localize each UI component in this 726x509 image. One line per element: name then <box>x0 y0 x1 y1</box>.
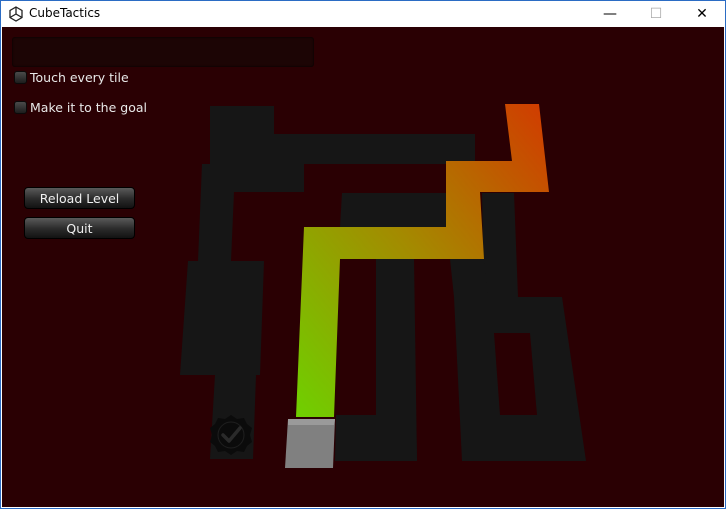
unity-icon <box>9 6 23 22</box>
game-viewport[interactable]: Touch every tile Make it to the goal Rel… <box>2 27 724 507</box>
minimize-button[interactable]: — <box>587 1 633 27</box>
objective-label: Touch every tile <box>30 69 129 85</box>
close-button[interactable]: ✕ <box>679 1 725 27</box>
tile-left-wide <box>180 261 264 375</box>
objective-label: Make it to the goal <box>30 99 147 115</box>
reload-level-button[interactable]: Reload Level <box>24 187 135 209</box>
tile-gap <box>494 333 537 415</box>
hud-panel <box>12 37 314 67</box>
tile-mid-bottom <box>335 415 417 461</box>
objective-checkbox[interactable] <box>14 70 27 84</box>
tile-left-col <box>198 164 304 261</box>
objective-checkbox[interactable] <box>14 100 27 114</box>
tile-mid-top <box>340 193 446 227</box>
title-bar[interactable]: CubeTactics — ☐ ✕ <box>1 1 725 27</box>
tile-top-bar <box>274 134 475 164</box>
quit-button[interactable]: Quit <box>24 217 135 239</box>
objective-reach-goal[interactable]: Make it to the goal <box>14 98 147 116</box>
tile-right-col <box>482 193 518 297</box>
game-window: CubeTactics — ☐ ✕ Touch every tile Make … <box>0 0 726 509</box>
maximize-button[interactable]: ☐ <box>633 1 679 27</box>
player-cube[interactable] <box>285 419 335 468</box>
window-title: CubeTactics <box>29 6 101 20</box>
objective-touch-every-tile[interactable]: Touch every tile <box>14 68 129 86</box>
